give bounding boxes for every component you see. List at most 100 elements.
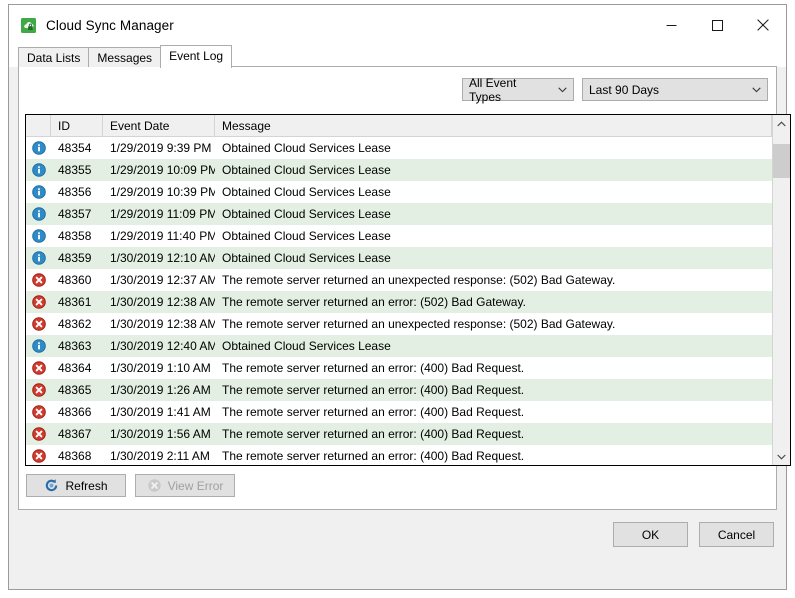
cell-event-date: 1/29/2019 9:39 PM (110, 141, 212, 155)
cell-id: 48362 (58, 317, 92, 331)
cell-event-date: 1/30/2019 1:10 AM (110, 361, 211, 375)
table-row[interactable]: 48355 1/29/2019 10:09 PM Obtained Cloud Se… (26, 159, 772, 181)
view-error-button[interactable]: View Error (135, 474, 235, 497)
cell-id: 48355 (58, 163, 92, 177)
cell-id: 48367 (58, 427, 92, 441)
event-log-panel: All Event Types Last 90 Days ID Event Da… (18, 67, 791, 510)
cell-event-date: 1/30/2019 12:37 AM (110, 273, 215, 287)
cell-id: 48363 (58, 339, 92, 353)
column-header-severity[interactable] (26, 115, 51, 136)
table-row[interactable]: 48358 1/29/2019 11:40 PM Obtained Cloud Se… (26, 225, 772, 247)
error-icon (26, 449, 51, 463)
information-icon (26, 339, 51, 353)
filter-bar: All Event Types Last 90 Days (462, 76, 768, 104)
cell-id: 48358 (58, 229, 92, 243)
cell-event-date: 1/29/2019 10:39 PM (110, 185, 215, 199)
maximize-button[interactable] (694, 5, 740, 45)
event-type-filter-dropdown[interactable]: All Event Types (462, 76, 574, 104)
table-row[interactable]: 48356 1/29/2019 10:39 PM Obtained Cloud Se… (26, 181, 772, 203)
event-log-grid: ID Event Date Message 48354 1/29/2019 9:3… (25, 114, 791, 466)
information-icon (26, 185, 51, 199)
cell-id: 48360 (58, 273, 92, 287)
table-row[interactable]: 48367 1/30/2019 1:56 AM The remote server … (26, 423, 772, 445)
grid-header-row: ID Event Date Message (26, 115, 772, 137)
error-icon (26, 317, 51, 331)
cell-id: 48357 (58, 207, 92, 221)
information-icon (26, 207, 51, 221)
cell-message: The remote server returned an unexpected… (222, 317, 616, 331)
cell-message: Obtained Cloud Services Lease (222, 207, 391, 221)
refresh-button[interactable]: Refresh (26, 474, 126, 497)
grid-body: 48354 1/29/2019 9:39 PM Obtained Cloud Ser… (26, 137, 772, 465)
scroll-up-button[interactable] (773, 115, 790, 132)
table-row[interactable]: 48368 1/30/2019 2:11 AM The remote server … (26, 445, 772, 465)
table-row[interactable]: 48364 1/30/2019 1:10 AM The remote server … (26, 357, 772, 379)
scrollbar-track[interactable] (773, 132, 790, 448)
cell-id: 48359 (58, 251, 92, 265)
date-range-filter-value: Last 90 Days (589, 82, 660, 97)
grid-vertical-scrollbar[interactable] (772, 115, 790, 465)
chevron-down-icon (551, 86, 573, 93)
ok-button[interactable]: OK (613, 522, 688, 547)
tab-strip: Data Lists Messages Event Log (9, 45, 786, 68)
refresh-button-label: Refresh (65, 478, 108, 493)
table-row[interactable]: 48357 1/29/2019 11:09 PM Obtained Cloud Se… (26, 203, 772, 225)
grid-action-buttons: Refresh View Error (26, 474, 235, 497)
error-icon (26, 273, 51, 287)
scroll-down-button[interactable] (773, 448, 790, 465)
minimize-button[interactable] (648, 5, 694, 45)
cell-message: Obtained Cloud Services Lease (222, 141, 391, 155)
cell-message: The remote server returned an error: (50… (222, 295, 526, 309)
cell-message: The remote server returned an error: (40… (222, 361, 525, 375)
cell-event-date: 1/30/2019 12:40 AM (110, 339, 215, 353)
cell-event-date: 1/30/2019 1:41 AM (110, 405, 211, 419)
cell-message: Obtained Cloud Services Lease (222, 339, 391, 353)
cell-message: Obtained Cloud Services Lease (222, 185, 391, 199)
cell-message: The remote server returned an unexpected… (222, 273, 616, 287)
cell-message: The remote server returned an error: (40… (222, 449, 525, 463)
column-header-message[interactable]: Message (215, 115, 772, 136)
column-header-event-date[interactable]: Event Date (103, 115, 215, 136)
error-icon (26, 405, 51, 419)
close-button[interactable] (740, 5, 786, 45)
cell-id: 48361 (58, 295, 92, 309)
error-icon (26, 383, 51, 397)
error-icon (26, 295, 51, 309)
cell-event-date: 1/29/2019 11:09 PM (110, 207, 215, 221)
tab-messages[interactable]: Messages (88, 47, 162, 67)
cell-event-date: 1/30/2019 2:11 AM (110, 449, 210, 463)
cloud-sync-manager-window: Cloud Sync Manager Data Lists Messages E… (8, 4, 791, 590)
cell-event-date: 1/30/2019 12:38 AM (110, 295, 215, 309)
refresh-icon (44, 478, 59, 493)
cell-id: 48354 (58, 141, 92, 155)
table-row[interactable]: 48365 1/30/2019 1:26 AM The remote server … (26, 379, 772, 401)
cell-event-date: 1/30/2019 12:38 AM (110, 317, 215, 331)
cell-message: The remote server returned an error: (40… (222, 427, 525, 441)
cell-id: 48364 (58, 361, 92, 375)
date-range-filter-dropdown[interactable]: Last 90 Days (582, 78, 768, 101)
cell-event-date: 1/30/2019 12:10 AM (110, 251, 215, 265)
information-icon (26, 141, 51, 155)
cell-event-date: 1/30/2019 1:26 AM (110, 383, 211, 397)
tab-event-log[interactable]: Event Log (160, 45, 233, 68)
table-row[interactable]: 48360 1/30/2019 12:37 AM The remote server… (26, 269, 772, 291)
table-row[interactable]: 48366 1/30/2019 1:41 AM The remote server … (26, 401, 772, 423)
tab-data-lists[interactable]: Data Lists (18, 47, 90, 67)
table-row[interactable]: 48363 1/30/2019 12:40 AM Obtained Cloud Se… (26, 335, 772, 357)
cell-id: 48368 (58, 449, 92, 463)
window-title: Cloud Sync Manager (46, 17, 174, 33)
cell-message: Obtained Cloud Services Lease (222, 229, 391, 243)
scrollbar-thumb[interactable] (773, 144, 790, 178)
information-icon (26, 251, 51, 265)
cell-event-date: 1/30/2019 1:56 AM (110, 427, 211, 441)
cell-message: Obtained Cloud Services Lease (222, 163, 391, 177)
cell-event-date: 1/29/2019 11:40 PM (110, 229, 215, 243)
chevron-down-icon (745, 86, 767, 93)
table-row[interactable]: 48359 1/30/2019 12:10 AM Obtained Cloud Se… (26, 247, 772, 269)
table-row[interactable]: 48362 1/30/2019 12:38 AM The remote server… (26, 313, 772, 335)
cell-id: 48356 (58, 185, 92, 199)
table-row[interactable]: 48354 1/29/2019 9:39 PM Obtained Cloud Ser… (26, 137, 772, 159)
column-header-id[interactable]: ID (51, 115, 103, 136)
cancel-button[interactable]: Cancel (699, 522, 774, 547)
table-row[interactable]: 48361 1/30/2019 12:38 AM The remote server… (26, 291, 772, 313)
